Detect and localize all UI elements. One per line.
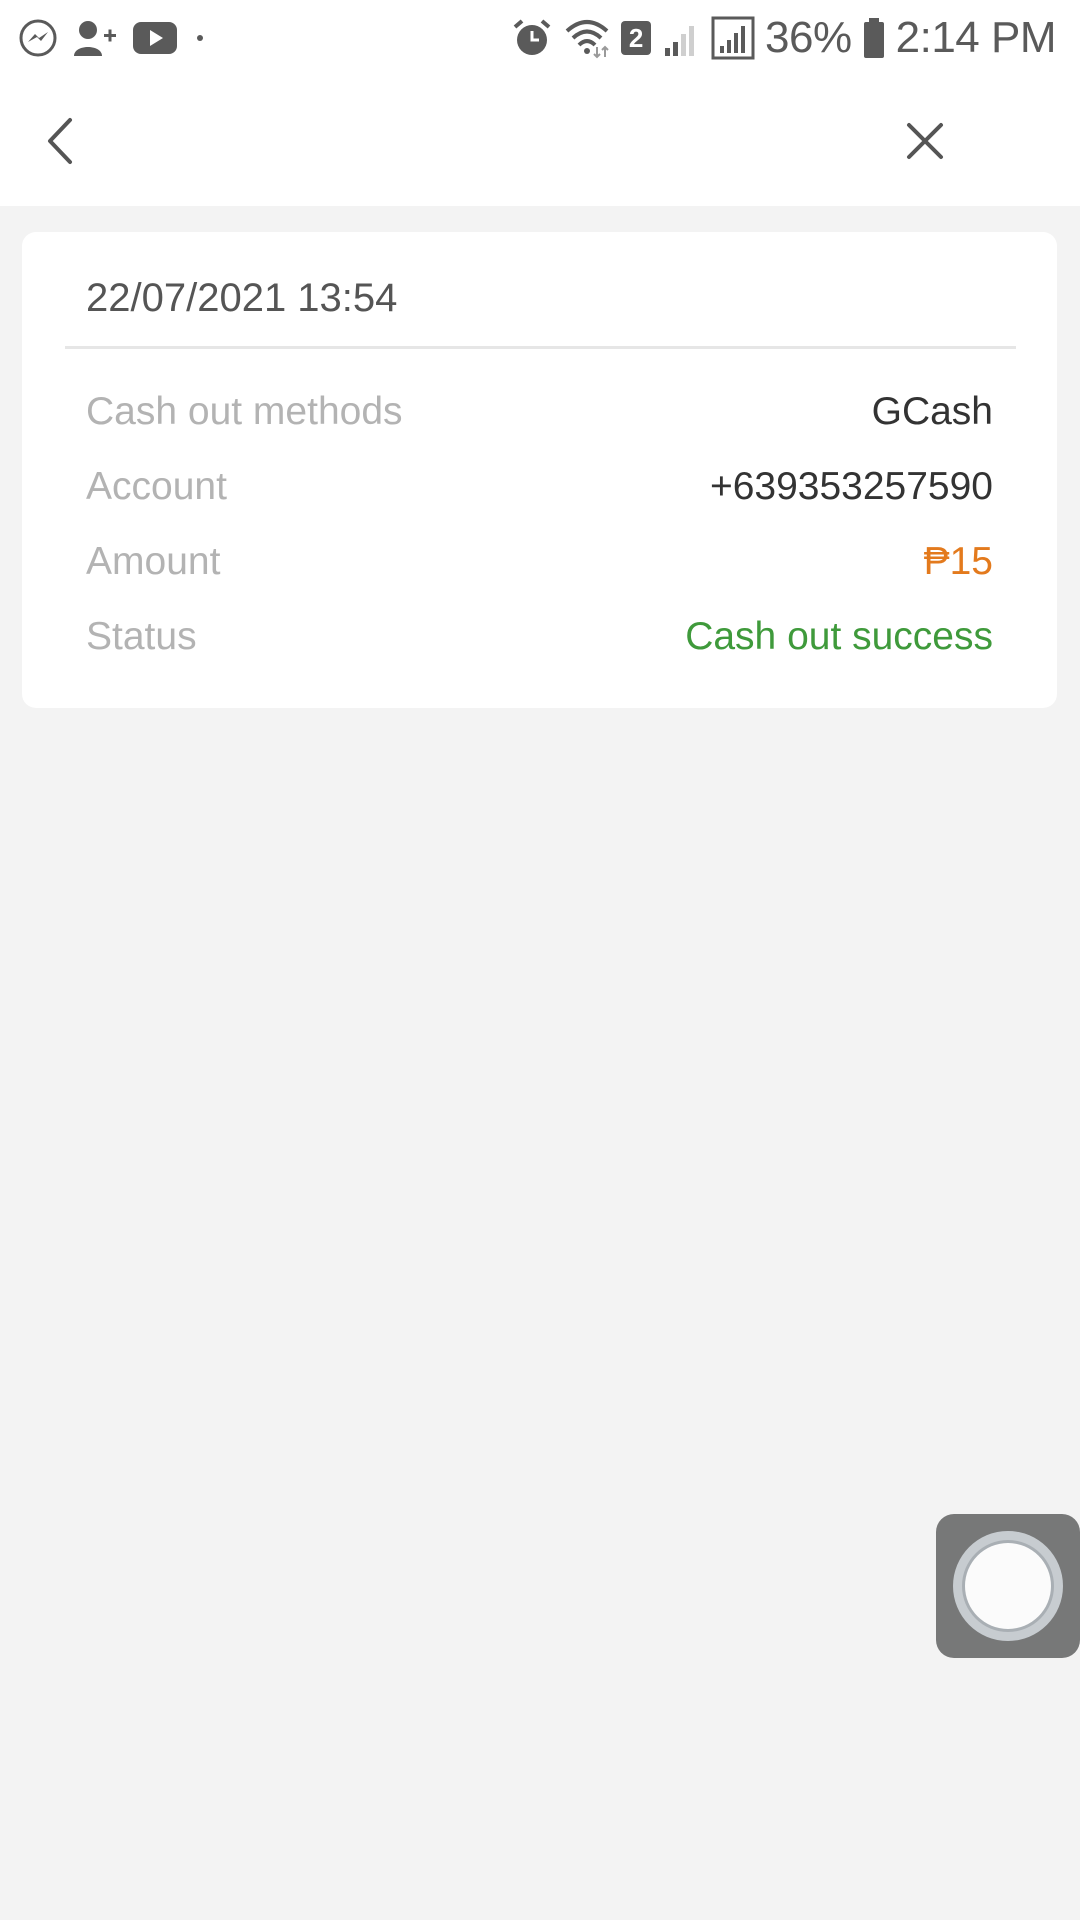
- wifi-icon: [565, 20, 609, 59]
- close-button[interactable]: [890, 106, 960, 176]
- battery-icon: [863, 18, 884, 58]
- assistive-touch-button[interactable]: [936, 1514, 1080, 1658]
- detail-value: +639353257590: [709, 465, 993, 508]
- divider: [65, 346, 1016, 349]
- detail-label: Status: [86, 615, 197, 658]
- detail-row-method: Cash out methods GCash: [86, 382, 993, 442]
- top-nav-bar: [0, 76, 1080, 206]
- add-person-icon: [74, 21, 116, 56]
- battery-percent: 36%: [765, 13, 852, 62]
- youtube-icon: [133, 22, 177, 54]
- detail-label: Amount: [86, 540, 221, 583]
- assistive-touch-ring: [953, 1531, 1063, 1641]
- detail-row-account: Account +639353257590: [86, 457, 993, 517]
- detail-row-amount: Amount ₱15: [86, 532, 993, 592]
- transaction-datetime: 22/07/2021 13:54: [86, 276, 398, 320]
- alarm-icon: [513, 19, 551, 55]
- messenger-icon: [19, 19, 57, 57]
- signal-weak-icon: [665, 26, 695, 56]
- detail-value: GCash: [871, 390, 993, 433]
- status-right-icons: 2 36% 2:14 PM: [511, 10, 1057, 66]
- detail-label: Cash out methods: [86, 390, 403, 433]
- status-left-icons: [18, 14, 208, 62]
- detail-row-status: Status Cash out success: [86, 607, 993, 667]
- chevron-left-icon: [48, 118, 72, 164]
- back-button[interactable]: [25, 106, 95, 176]
- assistive-touch-core: [965, 1543, 1051, 1629]
- clock: 2:14 PM: [895, 13, 1057, 62]
- detail-label: Account: [86, 465, 227, 508]
- amount-value: ₱15: [923, 540, 993, 583]
- status-bar: 2 36% 2:14 PM: [0, 0, 1080, 76]
- dot-icon: [197, 35, 203, 41]
- status-value: Cash out success: [685, 615, 993, 658]
- close-icon: [907, 123, 943, 159]
- sim-2-badge: 2: [621, 21, 652, 55]
- transaction-card: 22/07/2021 13:54 Cash out methods GCash …: [22, 232, 1057, 708]
- signal-icon: [711, 16, 755, 60]
